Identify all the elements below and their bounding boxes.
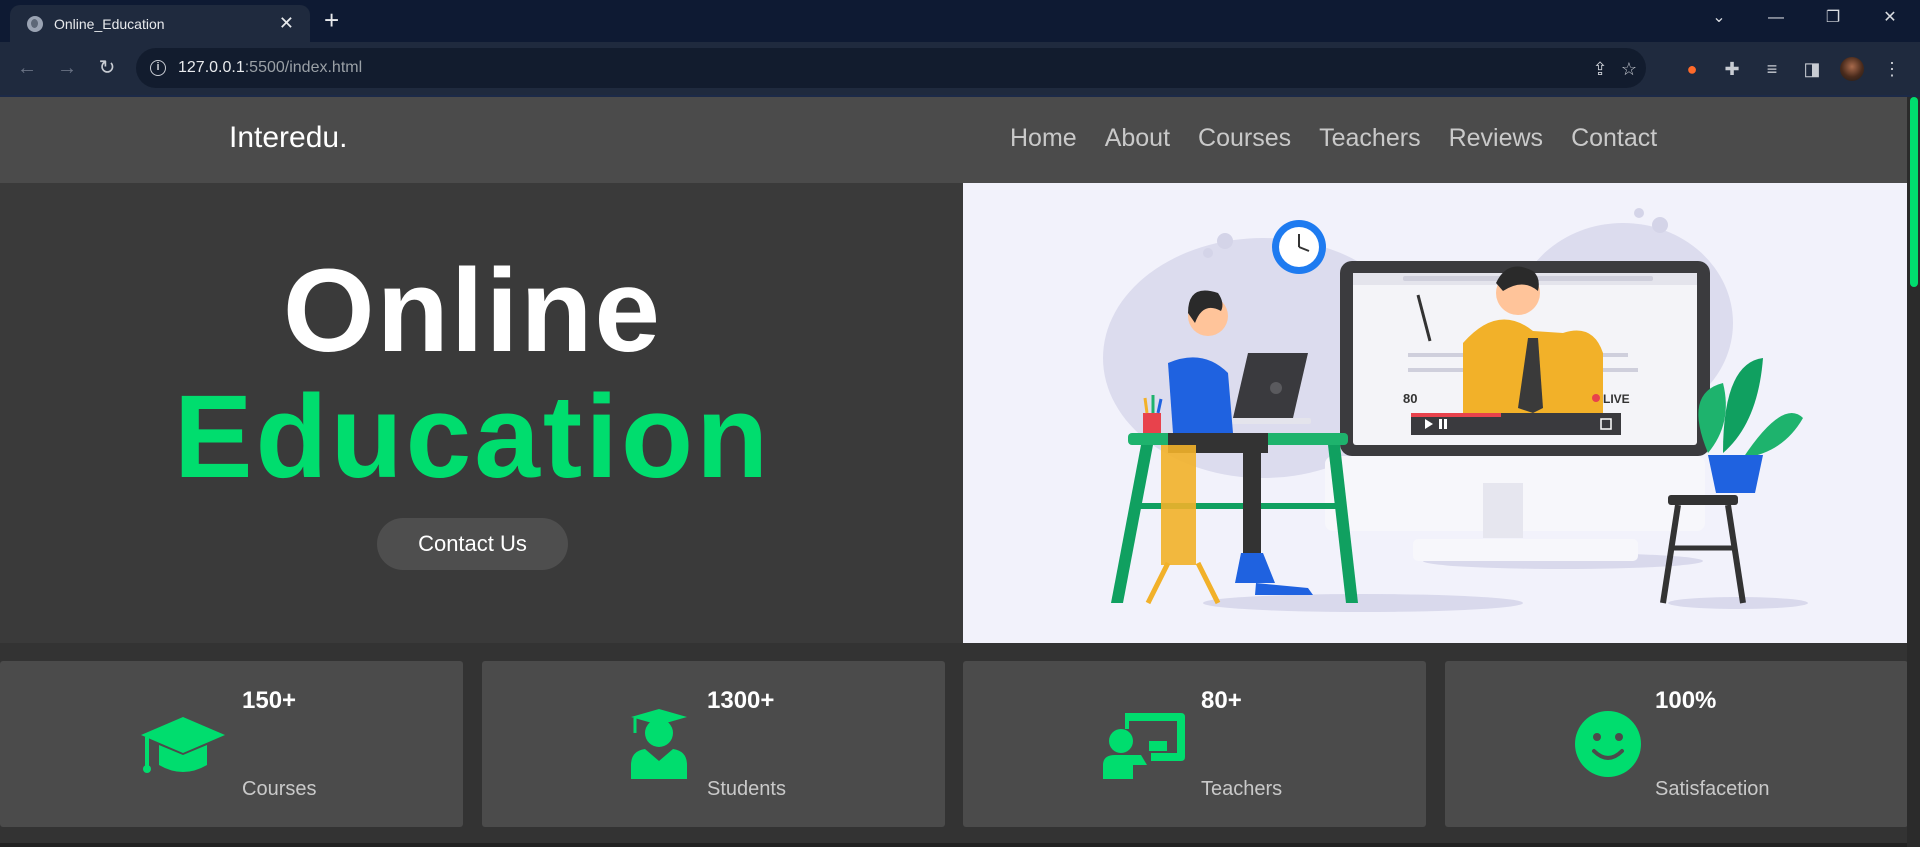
globe-icon (27, 16, 43, 32)
stat-number: 100% (1655, 687, 1717, 714)
puzzle-extensions-icon[interactable]: ✚ (1720, 57, 1744, 81)
stat-label: Teachers (1201, 778, 1283, 800)
site-logo[interactable]: Interedu. (229, 121, 347, 155)
tab-search-icon[interactable]: ⌄ (1704, 6, 1734, 30)
stat-card-satisfaction: 100% Satisfacetion (1445, 661, 1908, 827)
forward-arrow-icon[interactable]: → (54, 56, 80, 80)
nav-link-home[interactable]: Home (1010, 124, 1077, 153)
stat-card-courses: 150+ Courses (0, 661, 463, 827)
reload-icon[interactable]: ↻ (94, 56, 120, 80)
minimize-button[interactable]: — (1761, 6, 1791, 30)
site-header: Interedu. Home About Courses Teachers Re… (0, 97, 1907, 183)
back-arrow-icon[interactable]: ← (14, 56, 40, 80)
close-window-button[interactable]: ✕ (1875, 6, 1905, 30)
live-badge: LIVE (1603, 392, 1630, 406)
section-divider (0, 843, 1907, 847)
extension-icon[interactable]: ● (1680, 57, 1704, 81)
stat-number: 150+ (242, 687, 297, 714)
menu-kebab-icon[interactable]: ⋮ (1880, 57, 1904, 81)
tab-close-icon[interactable]: ✕ (279, 13, 294, 33)
profile-avatar[interactable] (1840, 57, 1864, 81)
page-scrollbar[interactable] (1907, 97, 1920, 847)
scrollbar-thumb[interactable] (1910, 97, 1918, 287)
stat-number: 1300+ (707, 687, 775, 714)
hero-illustration: 80 LIVE (963, 183, 1908, 643)
bookmark-star-icon[interactable]: ☆ (1618, 58, 1640, 80)
nav-link-courses[interactable]: Courses (1198, 124, 1291, 153)
url-text[interactable]: 127.0.0.1:5500/index.html (178, 59, 362, 77)
nav-link-about[interactable]: About (1105, 124, 1170, 153)
stat-label: Satisfacetion (1655, 778, 1770, 800)
stat-label: Students (707, 778, 786, 800)
side-panel-icon[interactable]: ◨ (1800, 57, 1824, 81)
address-bar[interactable]: i 127.0.0.1:5500/index.html ⇪ ☆ (136, 48, 1646, 88)
restore-button[interactable]: ❐ (1818, 6, 1848, 30)
smile-icon (1575, 711, 1641, 777)
viewer-count: 80 (1403, 391, 1417, 406)
browser-tab-strip: Online_Education ✕ + ⌄ — ❐ ✕ (0, 0, 1920, 42)
stat-card-students: 1300+ Students (482, 661, 945, 827)
graduation-cap-icon (141, 717, 225, 773)
nav-link-teachers[interactable]: Teachers (1319, 124, 1420, 153)
stat-label: Courses (242, 778, 317, 800)
hero-section: Online Education Contact Us (0, 183, 963, 643)
share-icon[interactable]: ⇪ (1589, 58, 1611, 80)
main-nav: Home About Courses Teachers Reviews Cont… (1010, 124, 1657, 153)
online-class-illustration: 80 LIVE (1103, 208, 1808, 612)
contact-us-button[interactable]: Contact Us (377, 518, 568, 570)
hero-title-line1: Online (282, 245, 663, 377)
stats-section: 150+ Courses 1300+ Students 80+ Teachers (0, 661, 1908, 827)
hero-title-line2: Education (173, 371, 772, 503)
site-info-icon[interactable]: i (150, 60, 166, 76)
web-page: Interedu. Home About Courses Teachers Re… (0, 97, 1920, 847)
browser-tab[interactable]: Online_Education ✕ (10, 5, 310, 42)
stat-card-teachers: 80+ Teachers (963, 661, 1426, 827)
stat-number: 80+ (1201, 687, 1242, 714)
chalkboard-teacher-icon (1103, 713, 1185, 779)
media-playlist-icon[interactable]: ≡ (1760, 57, 1784, 81)
nav-link-contact[interactable]: Contact (1571, 124, 1657, 153)
user-graduate-icon (631, 709, 687, 779)
nav-link-reviews[interactable]: Reviews (1449, 124, 1543, 153)
new-tab-button[interactable]: + (324, 5, 339, 35)
browser-toolbar: ← → ↻ i 127.0.0.1:5500/index.html ⇪ ☆ ● … (0, 42, 1920, 95)
tab-title: Online_Education (54, 16, 165, 32)
